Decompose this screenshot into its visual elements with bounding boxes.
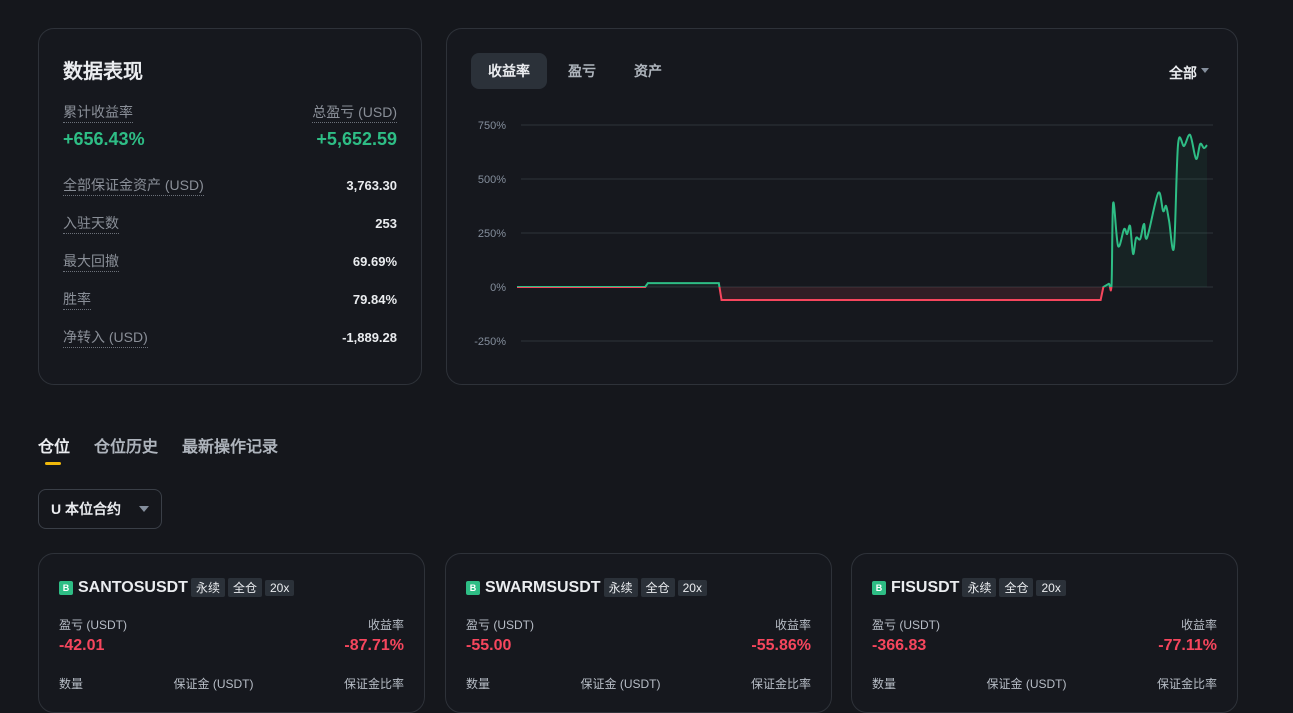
roe-label: 收益率 [1180, 618, 1217, 632]
performance-title: 数据表现 [63, 61, 143, 83]
margin-label: 保证金 (USDT) [173, 677, 254, 691]
caret-down-icon [139, 506, 149, 517]
tab-pnl[interactable]: 盈亏 [551, 53, 613, 89]
margin-ratio-label: 保证金比率 [750, 677, 811, 691]
stat-value: 69.69% [352, 253, 397, 269]
dropdown-label: U 本位合约 [51, 501, 121, 517]
position-card[interactable]: B SANTOSUSDT 永续 全仓 20x 盈亏 (USDT) 收益率 -42.01 -8… [38, 553, 425, 713]
exchange-badge-icon: B [872, 580, 886, 595]
chart-card: 750% 500% 250% 0% -250% 收益率 盈亏 资产 全部 [446, 28, 1238, 385]
area-negative [517, 287, 1207, 300]
position-card[interactable]: B FISUSDT 永续 全仓 20x 盈亏 (USDT) 收益率 -366.83 -77.… [851, 553, 1238, 713]
area-positive [517, 134, 1207, 287]
y-tick-label: 0% [490, 282, 506, 294]
pnl-value: -366.83 [872, 637, 927, 654]
margin-ratio-label: 保证金比率 [343, 677, 404, 691]
leverage-tag: 20x [677, 579, 707, 596]
tab-latest-operations[interactable]: 最新操作记录 [182, 433, 278, 457]
roe-value: -87.71% [344, 637, 404, 654]
pnl-label: 盈亏 (USDT) [872, 618, 940, 632]
roe-label: 收益率 [774, 618, 811, 632]
total-pnl-label: 总盈亏 (USD) [312, 102, 397, 123]
pnl-value: -42.01 [59, 637, 105, 654]
performance-card: 数据表现 累计收益率 总盈亏 (USD) +656.43% +5,652.59 全部… [38, 28, 422, 385]
tab-positions[interactable]: 仓位 [38, 433, 70, 465]
symbol: SWARMSUSDT [485, 578, 601, 596]
margin-mode-tag: 全仓 [227, 578, 262, 597]
symbol: SANTOSUSDT [78, 578, 188, 596]
tab-return-rate[interactable]: 收益率 [471, 53, 547, 89]
range-label: 全部 [1169, 65, 1197, 81]
roe-value: -77.11% [1158, 637, 1217, 654]
tab-position-history[interactable]: 仓位历史 [94, 433, 158, 457]
leverage-tag: 20x [1036, 579, 1066, 596]
margin-label: 保证金 (USDT) [580, 677, 661, 691]
contract-type-tag: 永续 [190, 578, 225, 597]
position-card[interactable]: B SWARMSUSDT 永续 全仓 20x 盈亏 (USDT) 收益率 -55.00 -5… [445, 553, 832, 713]
stat-label: 全部保证金资产 (USD) [63, 175, 204, 196]
qty-label: 数量 [59, 677, 84, 691]
stat-row: 净转入 (USD) -1,889.28 [63, 318, 397, 356]
leverage-tag: 20x [264, 579, 295, 596]
position-tabs: 仓位 仓位历史 最新操作记录 [38, 433, 278, 465]
stat-label: 入驻天数 [63, 213, 119, 234]
chart-tabs: 收益率 盈亏 资产 [471, 53, 679, 89]
symbol: FISUSDT [891, 578, 960, 596]
stat-label: 胜率 [63, 289, 91, 310]
tab-assets[interactable]: 资产 [617, 53, 679, 89]
y-tick-label: -250% [474, 336, 506, 348]
contract-type-dropdown[interactable]: U 本位合约 [38, 489, 162, 529]
stat-value: -1,889.28 [342, 329, 397, 345]
qty-label: 数量 [872, 677, 897, 691]
y-tick-label: 500% [478, 174, 506, 186]
contract-type-tag: 永续 [603, 578, 638, 597]
y-tick-label: 750% [478, 120, 506, 132]
stat-row: 最大回撤 69.69% [63, 242, 397, 280]
margin-label: 保证金 (USDT) [986, 677, 1067, 691]
stat-row: 全部保证金资产 (USD) 3,763.30 [63, 166, 397, 204]
margin-mode-tag: 全仓 [640, 578, 675, 597]
caret-down-icon [1201, 68, 1209, 77]
roe-value: -55.86% [751, 637, 811, 654]
stat-value: 253 [375, 215, 397, 231]
exchange-badge-icon: B [466, 580, 480, 595]
pnl-value: -55.00 [466, 637, 512, 654]
exchange-badge-icon: B [59, 580, 73, 595]
stat-row: 入驻天数 253 [63, 204, 397, 242]
stat-label: 最大回撤 [63, 251, 119, 272]
range-select[interactable]: 全部 [1169, 63, 1209, 83]
series-line-negative [517, 287, 1113, 301]
cum-return-value: +656.43% [63, 129, 145, 149]
y-tick-label: 250% [478, 228, 506, 240]
pnl-label: 盈亏 (USDT) [466, 618, 534, 632]
cum-return-label: 累计收益率 [63, 102, 133, 123]
contract-type-tag: 永续 [962, 578, 997, 597]
margin-mode-tag: 全仓 [999, 578, 1034, 597]
pnl-label: 盈亏 (USDT) [59, 618, 127, 632]
stat-value: 3,763.30 [346, 177, 397, 193]
series-line-positive [517, 133, 1208, 287]
total-pnl-value: +5,652.59 [316, 129, 397, 149]
qty-label: 数量 [466, 677, 491, 691]
margin-ratio-label: 保证金比率 [1156, 677, 1217, 691]
stat-row: 胜率 79.84% [63, 280, 397, 318]
roe-label: 收益率 [367, 618, 404, 632]
stat-value: 79.84% [352, 291, 397, 307]
stat-label: 净转入 (USD) [63, 327, 148, 348]
